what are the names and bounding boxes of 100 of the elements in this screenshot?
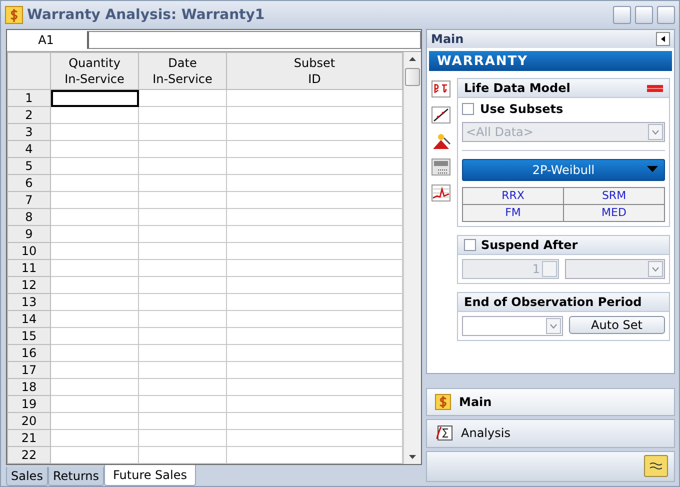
row-header[interactable]: 8 <box>8 208 50 226</box>
column-header[interactable]: Subset ID <box>226 52 403 90</box>
table-cell[interactable] <box>138 412 226 430</box>
scroll-down-icon[interactable] <box>409 455 416 459</box>
sheet-tab[interactable]: Sales <box>6 467 48 486</box>
sheet-tab[interactable]: Future Sales <box>104 465 196 486</box>
plot-line-icon[interactable] <box>431 106 451 124</box>
table-cell[interactable] <box>50 192 138 208</box>
table-cell[interactable] <box>50 328 138 344</box>
table-cell[interactable] <box>50 106 138 124</box>
table-cell[interactable] <box>50 310 138 328</box>
table-cell[interactable] <box>226 396 403 412</box>
chart-icon[interactable] <box>431 184 451 202</box>
chevron-down-icon[interactable] <box>652 130 659 134</box>
table-cell[interactable] <box>138 226 226 242</box>
table-cell[interactable] <box>226 328 403 344</box>
row-header[interactable]: 1 <box>8 90 50 106</box>
table-cell[interactable] <box>226 362 403 378</box>
table-cell[interactable] <box>138 430 226 446</box>
maximize-button[interactable] <box>635 6 653 24</box>
auto-set-button[interactable]: Auto Set <box>568 316 665 334</box>
table-cell[interactable] <box>226 158 403 174</box>
table-cell[interactable] <box>50 124 138 140</box>
table-cell[interactable] <box>50 260 138 276</box>
minimize-button[interactable] <box>613 6 631 24</box>
table-cell[interactable] <box>138 174 226 192</box>
table-cell[interactable] <box>226 412 403 430</box>
column-header[interactable]: Date In-Service <box>138 52 226 90</box>
table-cell[interactable] <box>50 446 138 464</box>
dropdown-arrow-icon[interactable] <box>647 166 658 172</box>
table-cell[interactable] <box>138 310 226 328</box>
table-cell[interactable] <box>50 378 138 396</box>
table-cell[interactable] <box>138 276 226 294</box>
table-cell[interactable] <box>50 362 138 378</box>
table-cell[interactable] <box>50 276 138 294</box>
table-cell[interactable] <box>138 362 226 378</box>
row-header[interactable]: 14 <box>8 310 50 328</box>
table-cell[interactable] <box>226 124 403 140</box>
table-cell[interactable] <box>50 430 138 446</box>
row-header[interactable]: 4 <box>8 140 50 158</box>
checkbox[interactable] <box>464 239 476 251</box>
table-cell[interactable] <box>138 242 226 260</box>
table-cell[interactable] <box>50 208 138 226</box>
table-cell[interactable] <box>226 446 403 464</box>
collapse-button[interactable] <box>656 32 670 46</box>
method-option[interactable]: SRM <box>564 188 664 204</box>
table-cell[interactable] <box>138 208 226 226</box>
row-header[interactable]: 22 <box>8 446 50 464</box>
table-cell[interactable] <box>138 396 226 412</box>
scrollbar[interactable] <box>403 52 421 464</box>
scroll-thumb[interactable] <box>405 68 420 86</box>
table-cell[interactable] <box>226 106 403 124</box>
table-cell[interactable] <box>226 294 403 310</box>
row-header[interactable]: 5 <box>8 158 50 174</box>
row-header[interactable]: 21 <box>8 430 50 446</box>
row-header[interactable]: 7 <box>8 192 50 208</box>
triangle-left-icon[interactable] <box>661 36 665 42</box>
table-cell[interactable] <box>138 328 226 344</box>
table-cell[interactable] <box>226 192 403 208</box>
table-cell[interactable] <box>50 396 138 412</box>
table-cell[interactable] <box>226 226 403 242</box>
close-button[interactable] <box>657 6 675 24</box>
table-cell[interactable] <box>138 140 226 158</box>
date-dropdown[interactable] <box>462 316 562 336</box>
selected-cell[interactable] <box>50 90 138 106</box>
table-cell[interactable] <box>226 174 403 192</box>
row-header[interactable]: 3 <box>8 124 50 140</box>
qcp-icon[interactable] <box>431 158 451 176</box>
table-cell[interactable] <box>138 260 226 276</box>
formula-field[interactable] <box>87 31 421 49</box>
row-header[interactable]: 16 <box>8 344 50 362</box>
table-cell[interactable] <box>138 446 226 464</box>
row-header[interactable]: 6 <box>8 174 50 192</box>
wizard-icon[interactable] <box>431 132 451 150</box>
row-header[interactable]: 13 <box>8 294 50 310</box>
column-header[interactable]: Quantity In-Service <box>50 52 138 90</box>
navigation-item[interactable]: Main <box>426 388 675 416</box>
table-cell[interactable] <box>50 226 138 242</box>
method-option[interactable]: FM <box>463 205 563 221</box>
checkbox[interactable] <box>462 103 474 115</box>
row-header[interactable]: 17 <box>8 362 50 378</box>
row-header[interactable]: 9 <box>8 226 50 242</box>
table-cell[interactable] <box>138 106 226 124</box>
collapse-bar-icon[interactable] <box>647 84 663 92</box>
sheet-tab[interactable]: Returns <box>48 467 104 486</box>
table-cell[interactable] <box>50 294 138 310</box>
table-cell[interactable] <box>226 310 403 328</box>
table-cell[interactable] <box>226 90 403 106</box>
row-header[interactable]: 15 <box>8 328 50 344</box>
table-cell[interactable] <box>138 124 226 140</box>
scroll-up-icon[interactable] <box>409 57 416 61</box>
method-option[interactable]: MED <box>564 205 664 221</box>
table-cell[interactable] <box>226 260 403 276</box>
chevron-down-icon[interactable] <box>550 324 556 328</box>
table-cell[interactable] <box>226 276 403 294</box>
table-cell[interactable] <box>226 344 403 362</box>
table-cell[interactable] <box>50 140 138 158</box>
row-header[interactable]: 11 <box>8 260 50 276</box>
unit-dropdown[interactable] <box>565 259 665 279</box>
options-button[interactable] <box>644 455 668 478</box>
